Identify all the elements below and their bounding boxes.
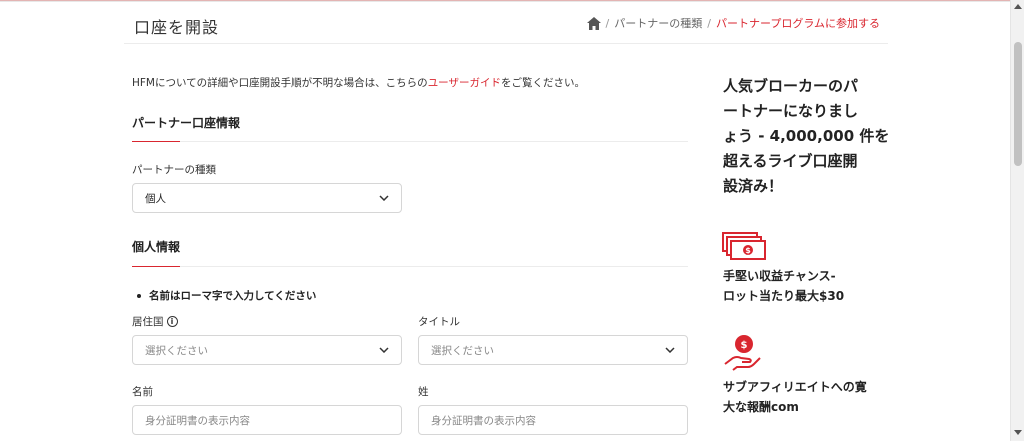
breadcrumb: / パートナーの種類 / パートナープログラムに参加する bbox=[586, 15, 880, 31]
sidebar-heading: 人気ブローカーのパ ートナーになりまし ょう - 4,000,000 件を 超え… bbox=[723, 74, 893, 199]
romaji-note-text: 名前はローマ字で入力してください bbox=[149, 290, 317, 302]
last-name-label: 姓 bbox=[418, 386, 429, 398]
first-name-placeholder: 身分証明書の表示内容 bbox=[145, 414, 250, 427]
partner-info-heading: パートナー口座情報 bbox=[132, 116, 241, 130]
first-name-label: 名前 bbox=[132, 386, 153, 398]
partner-type-select[interactable]: 個人 bbox=[132, 183, 402, 213]
breadcrumb-separator: / bbox=[605, 16, 610, 30]
intro-suffix: をご覧ください。 bbox=[500, 77, 585, 89]
svg-text:$: $ bbox=[741, 340, 748, 351]
sidebar-heading-line: ょう - 4,000,000 件を bbox=[723, 127, 890, 145]
last-name-placeholder: 身分証明書の表示内容 bbox=[431, 414, 536, 427]
chevron-down-icon bbox=[379, 347, 389, 353]
chevron-down-icon bbox=[665, 347, 675, 353]
intro-text: HFMについての詳細や口座開設手順が不明な場合は、こちらのユーザーガイドをご覧く… bbox=[132, 75, 585, 90]
personal-info-heading: 個人情報 bbox=[132, 240, 181, 254]
benefit-sub-affiliate: サブアフィリエイトへの寛 大な報酬com bbox=[723, 377, 867, 417]
intro-prefix: HFMについての詳細や口座開設手順が不明な場合は、こちらの bbox=[132, 77, 428, 89]
money-icon: $ bbox=[722, 232, 766, 260]
bullet-icon bbox=[137, 293, 141, 298]
country-label-text: 居住国 bbox=[132, 316, 164, 328]
country-placeholder: 選択ください bbox=[145, 344, 208, 357]
first-name-input[interactable]: 身分証明書の表示内容 bbox=[132, 405, 402, 435]
sidebar-heading-line: 超えるライブ口座開 bbox=[723, 152, 858, 170]
partner-type-label: パートナーの種類 bbox=[132, 164, 216, 176]
romaji-note: 名前はローマ字で入力してください bbox=[137, 288, 316, 303]
title-placeholder: 選択ください bbox=[431, 344, 494, 357]
section-divider bbox=[132, 266, 688, 267]
scrollbar[interactable] bbox=[1010, 0, 1024, 441]
benefit-line: ロット当たり最大$30 bbox=[723, 289, 845, 303]
info-icon[interactable]: i bbox=[166, 316, 178, 327]
chevron-down-icon bbox=[379, 195, 389, 201]
country-select[interactable]: 選択ください bbox=[132, 335, 402, 365]
hand-coin-icon: $ bbox=[724, 335, 761, 371]
section-divider bbox=[132, 141, 688, 142]
last-name-input[interactable]: 身分証明書の表示内容 bbox=[418, 405, 688, 435]
scroll-thumb[interactable] bbox=[1014, 42, 1022, 166]
breadcrumb-separator: / bbox=[707, 16, 711, 30]
sidebar-heading-line: ートナーになりまし bbox=[723, 102, 859, 120]
svg-text:$: $ bbox=[745, 246, 751, 255]
scroll-up-icon[interactable] bbox=[1014, 4, 1022, 9]
sidebar-heading-line: 人気ブローカーのパ bbox=[723, 77, 859, 95]
country-label: 居住国 i bbox=[132, 314, 178, 329]
page-header: 口座を開設 / パートナーの種類 / パートナープログラムに参加する bbox=[124, 2, 888, 44]
page-title: 口座を開設 bbox=[134, 18, 220, 37]
sidebar-heading-line: 設済み！ bbox=[723, 177, 784, 195]
benefit-lot-reward: 手堅い収益チャンス- ロット当たり最大$30 bbox=[723, 266, 844, 306]
user-guide-link[interactable]: ユーザーガイド bbox=[428, 77, 501, 89]
title-select[interactable]: 選択ください bbox=[418, 335, 688, 365]
title-label: タイトル bbox=[418, 316, 460, 328]
partner-type-value: 個人 bbox=[145, 192, 166, 205]
benefit-line: 手堅い収益チャンス- bbox=[723, 269, 836, 283]
breadcrumb-partner-type[interactable]: パートナーの種類 bbox=[614, 15, 702, 31]
breadcrumb-current: パートナープログラムに参加する bbox=[715, 17, 880, 30]
benefit-line: サブアフィリエイトへの寛 bbox=[723, 380, 867, 394]
scroll-down-icon[interactable] bbox=[1014, 430, 1022, 435]
benefit-line: 大な報酬com bbox=[723, 400, 799, 414]
home-icon[interactable] bbox=[586, 16, 601, 30]
